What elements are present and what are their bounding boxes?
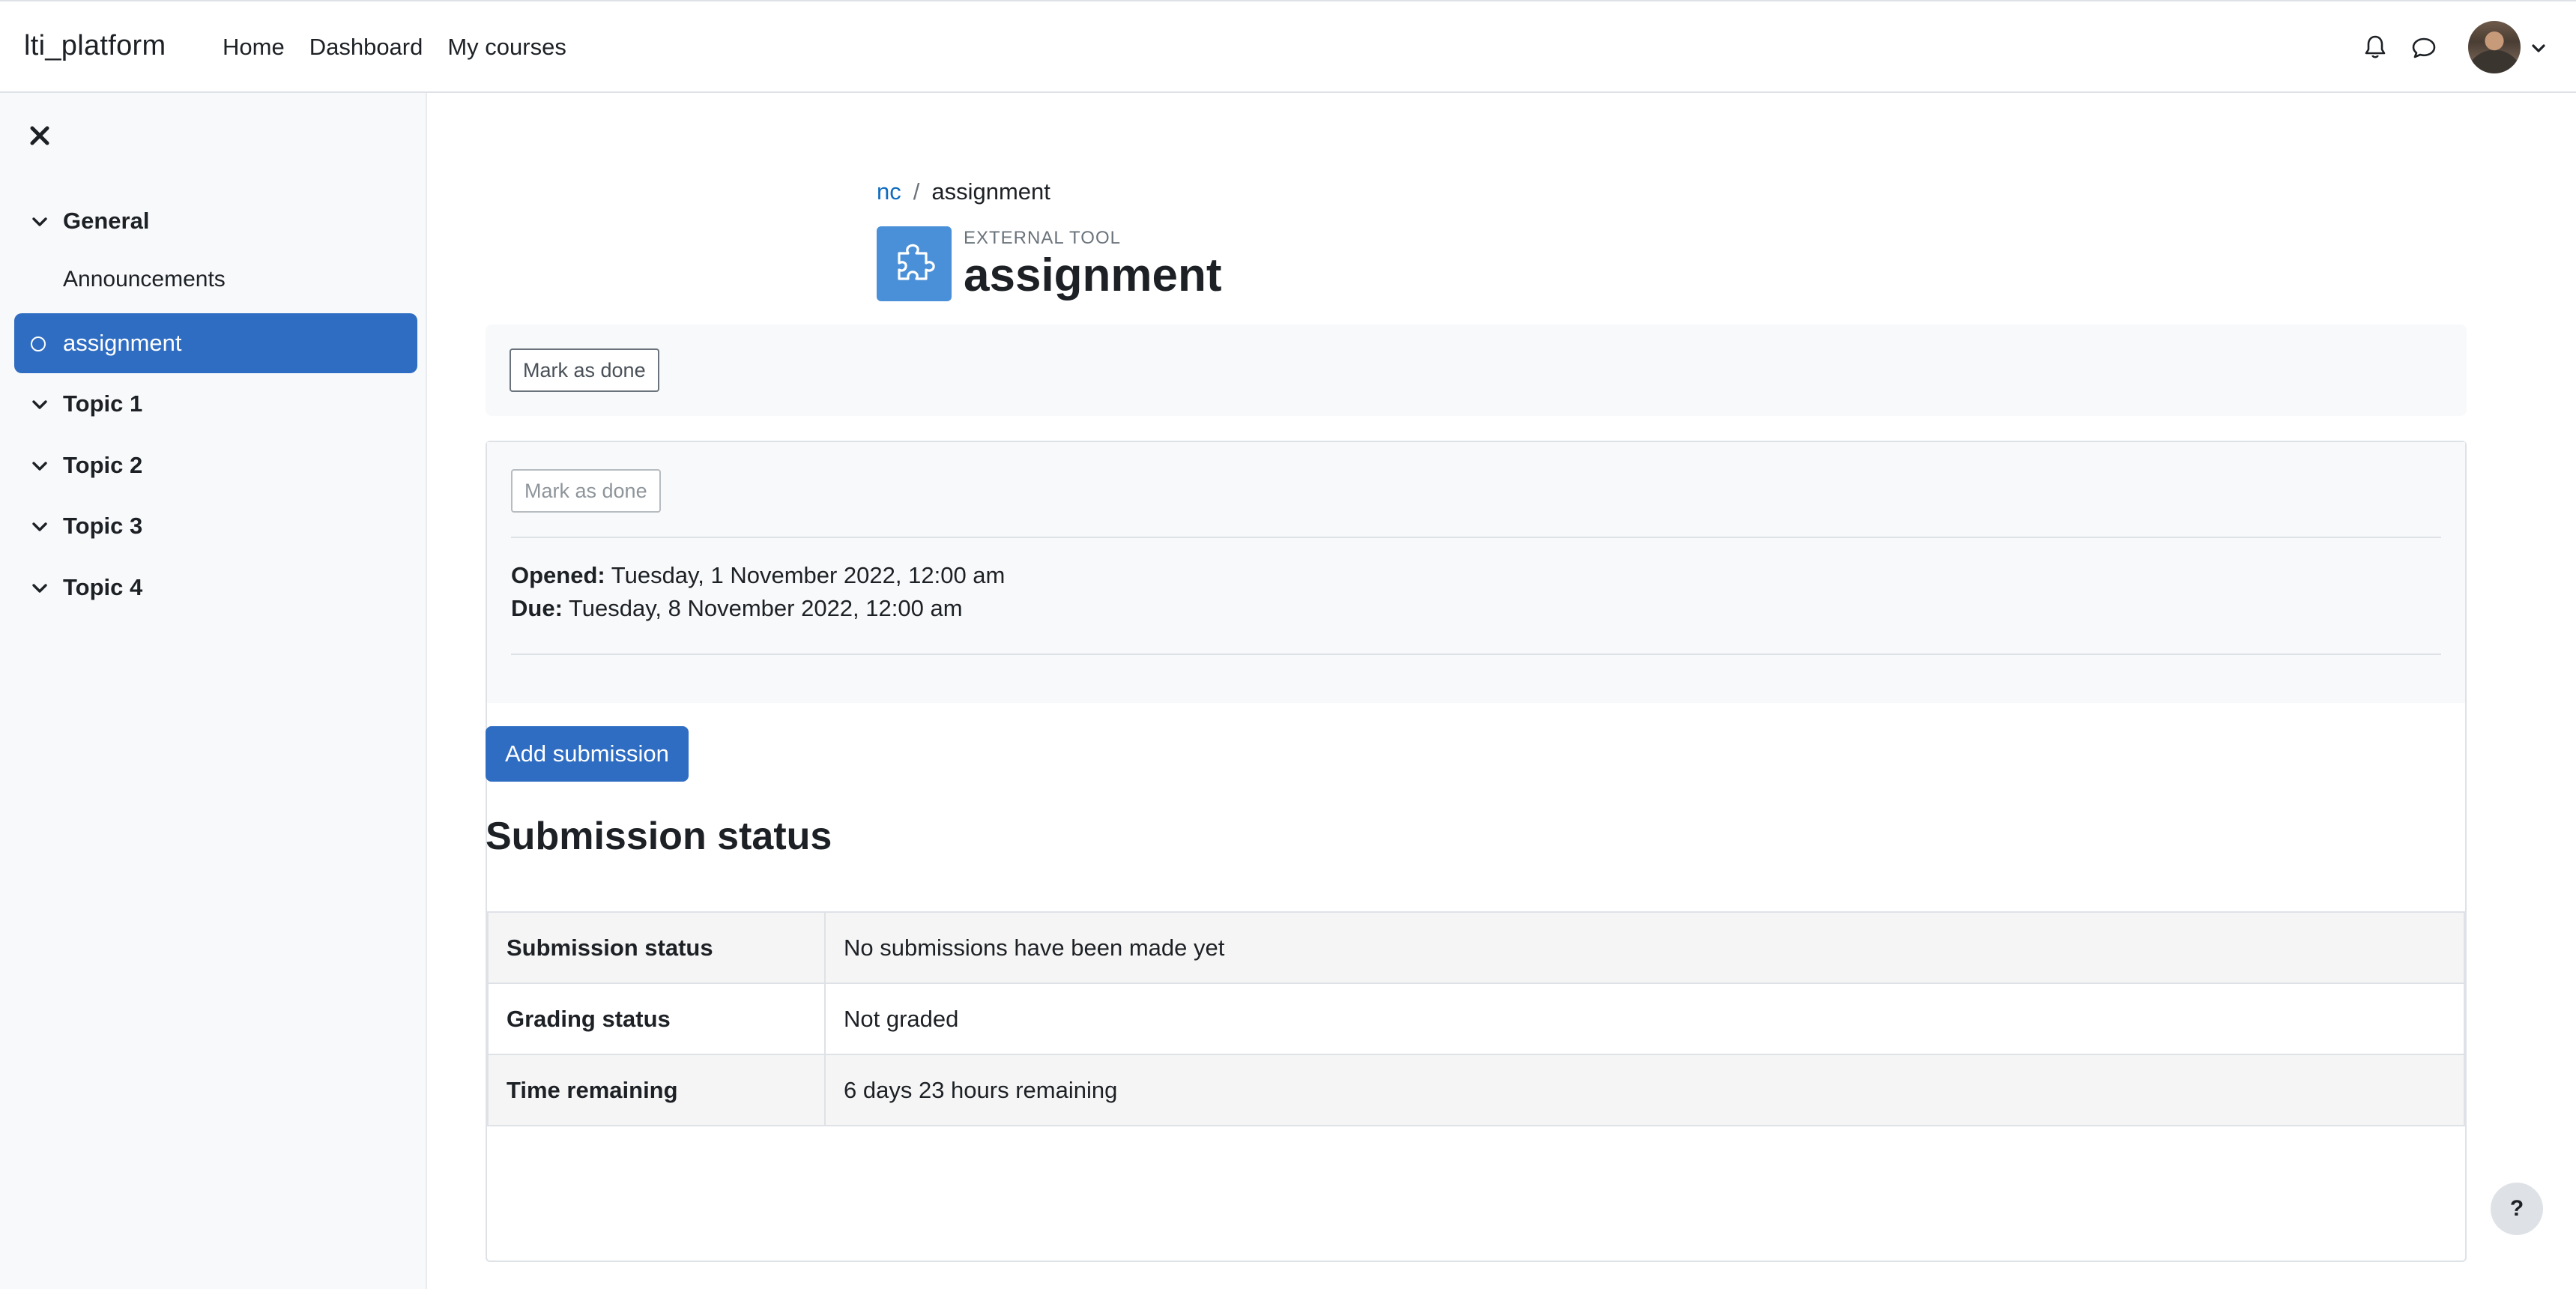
add-submission-button[interactable]: Add submission bbox=[486, 726, 689, 782]
mark-as-done-disabled-button[interactable]: Mark as done bbox=[511, 469, 661, 513]
user-menu-chevron-down-icon[interactable] bbox=[2531, 42, 2546, 54]
nav-dashboard-link[interactable]: Dashboard bbox=[309, 34, 423, 61]
breadcrumb: nc / assignment bbox=[877, 178, 1050, 205]
chevron-down-icon bbox=[32, 584, 47, 593]
activity-header-completion: Mark as done bbox=[486, 324, 2467, 416]
activity-announcements[interactable]: Announcements bbox=[63, 267, 226, 292]
row-label: Submission status bbox=[487, 911, 826, 984]
chevron-down-icon bbox=[32, 400, 47, 409]
opened-value: Tuesday, 1 November 2022, 12:00 am bbox=[611, 562, 1006, 588]
section-general[interactable]: General bbox=[0, 195, 427, 247]
nav-home-link[interactable]: Home bbox=[223, 34, 285, 61]
breadcrumb-current: assignment bbox=[931, 178, 1050, 205]
section-topic-2[interactable]: Topic 2 bbox=[0, 439, 427, 492]
chevron-down-icon bbox=[32, 522, 47, 531]
breadcrumb-separator: / bbox=[913, 178, 920, 205]
submission-status-heading: Submission status bbox=[486, 815, 832, 858]
module-type-label: EXTERNAL TOOL bbox=[964, 228, 1121, 248]
table-row: Time remaining 6 days 23 hours remaining bbox=[487, 1054, 2465, 1126]
divider bbox=[511, 537, 2441, 538]
activity-info-panel: Mark as done Opened: Tuesday, 1 November… bbox=[487, 442, 2465, 703]
row-label: Grading status bbox=[487, 982, 826, 1055]
section-label: General bbox=[63, 208, 150, 234]
site-brand[interactable]: lti_platform bbox=[24, 30, 166, 62]
row-value: No submissions have been made yet bbox=[824, 911, 2465, 984]
activity-assignment-active[interactable]: assignment bbox=[14, 313, 417, 373]
activity-label: assignment bbox=[63, 330, 182, 356]
due-value: Tuesday, 8 November 2022, 12:00 am bbox=[568, 595, 963, 621]
chevron-down-icon bbox=[32, 462, 47, 471]
main-content: nc / assignment EXTERNAL TOOL assignment… bbox=[429, 93, 2576, 1289]
divider bbox=[511, 653, 2441, 655]
section-label: Topic 2 bbox=[63, 452, 143, 478]
close-drawer-icon[interactable] bbox=[28, 124, 51, 147]
messages-chat-icon[interactable] bbox=[2411, 36, 2437, 60]
opened-date: Opened: Tuesday, 1 November 2022, 12:00 … bbox=[511, 562, 1005, 589]
external-tool-puzzle-icon bbox=[877, 226, 952, 301]
section-label: Topic 4 bbox=[63, 574, 143, 600]
section-topic-4[interactable]: Topic 4 bbox=[0, 561, 427, 614]
user-avatar[interactable] bbox=[2468, 21, 2521, 73]
chevron-down-icon bbox=[32, 217, 47, 226]
course-index-drawer: General Announcements assignment Topic 1… bbox=[0, 93, 427, 1289]
due-label: Due: bbox=[511, 595, 563, 621]
mark-as-done-button[interactable]: Mark as done bbox=[510, 348, 659, 392]
section-topic-3[interactable]: Topic 3 bbox=[0, 500, 427, 552]
submission-status-table: Submission status No submissions have be… bbox=[487, 911, 2465, 1126]
table-row: Grading status Not graded bbox=[487, 982, 2465, 1055]
page-title: assignment bbox=[964, 250, 1222, 301]
top-navbar: lti_platform Home Dashboard My courses bbox=[0, 0, 2576, 93]
incomplete-circle-icon bbox=[31, 336, 46, 351]
row-label: Time remaining bbox=[487, 1054, 826, 1126]
notification-bell-icon[interactable] bbox=[2363, 34, 2387, 60]
section-topic-1[interactable]: Topic 1 bbox=[0, 378, 427, 430]
nav-my-courses-link[interactable]: My courses bbox=[447, 34, 566, 61]
section-label: Topic 1 bbox=[63, 390, 143, 417]
table-row: Submission status No submissions have be… bbox=[487, 911, 2465, 984]
row-value: Not graded bbox=[824, 982, 2465, 1055]
due-date: Due: Tuesday, 8 November 2022, 12:00 am bbox=[511, 595, 963, 622]
help-button[interactable]: ? bbox=[2491, 1183, 2543, 1235]
section-label: Topic 3 bbox=[63, 513, 143, 539]
opened-label: Opened: bbox=[511, 562, 605, 588]
primary-navigation: Home Dashboard My courses bbox=[223, 34, 566, 61]
breadcrumb-course-link[interactable]: nc bbox=[877, 178, 901, 205]
row-value: 6 days 23 hours remaining bbox=[824, 1054, 2465, 1126]
